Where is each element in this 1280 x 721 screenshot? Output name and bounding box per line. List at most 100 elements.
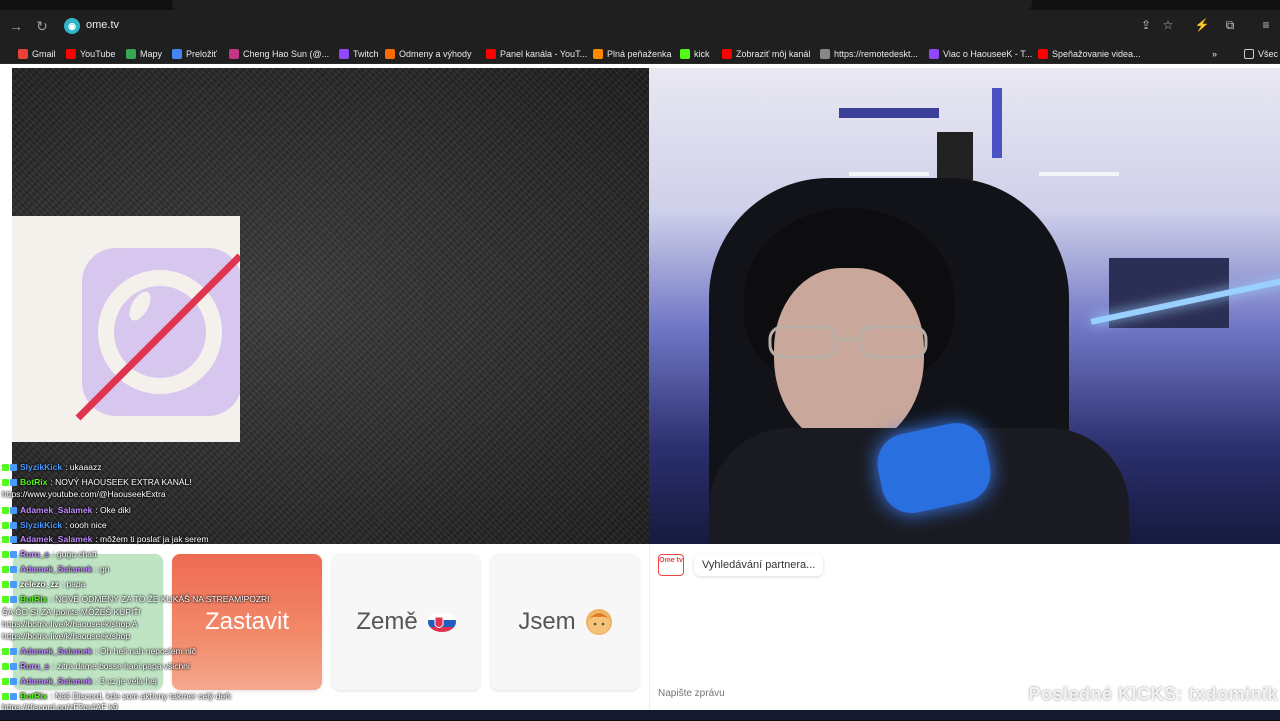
- bookmark-item[interactable]: Odmeny a výhody: [385, 46, 472, 62]
- chat-username: Adamek_Salamek: [20, 646, 93, 656]
- chat-text: https://botrix.live/k/haouseek/shop A: [2, 619, 138, 629]
- gender-button-label: Jsem: [518, 608, 576, 635]
- chat-username: BotRix: [20, 691, 48, 701]
- bookmark-item[interactable]: Mapy: [126, 46, 162, 62]
- bookmark-label: Panel kanála - YouT...: [500, 49, 588, 59]
- chat-username: BotRix: [20, 594, 48, 604]
- bookmark-favicon-icon: [66, 49, 76, 59]
- bookmark-item[interactable]: Gmail: [18, 46, 56, 62]
- bookmark-item[interactable]: Zobraziť môj kanál: [722, 46, 810, 62]
- bookmark-item[interactable]: Viac o HaouseeK - T...: [929, 46, 1032, 62]
- bookmarks-bar: Gmail YouTube Mapy Preložiť Cheng Hao Sun (@…: [0, 42, 1280, 64]
- chat-badges-icon: [2, 478, 17, 486]
- wall-scarf: [839, 108, 939, 118]
- chat-text: : Oke diki: [95, 505, 131, 515]
- bookmark-favicon-icon: [486, 49, 496, 59]
- bookmark-item[interactable]: Speňažovanie videa...: [1038, 46, 1141, 62]
- chat-badges-icon: [2, 521, 17, 529]
- bookmark-favicon-icon: [722, 49, 732, 59]
- address-bar[interactable]: ◉ ome.tv: [58, 14, 1138, 38]
- chat-message: zelezo_zz: papa: [2, 578, 85, 590]
- bookmark-favicon-icon: [385, 49, 395, 59]
- camera-off-icon: [75, 248, 243, 421]
- bookmark-favicon-icon: [18, 49, 28, 59]
- bookmark-favicon-icon: [820, 49, 830, 59]
- bookmark-item[interactable]: https://remotedeskt...: [820, 46, 918, 62]
- chat-username: Adamek_Salamek: [20, 564, 93, 574]
- chat-username: SlyzikKick: [20, 520, 63, 530]
- chat-text: https://www.youtube.com/@HaouseekExtra: [2, 489, 166, 499]
- bookmark-label: Speňažovanie videa...: [1052, 49, 1141, 59]
- chat-message: ŠA ČO SI ZA !points MÔŽEŠ KÚPIŤ!: [2, 606, 141, 618]
- ometv-page: Zastavit Země Jsem Ome tv Vyhledávání pa…: [0, 64, 1280, 720]
- gender-button[interactable]: Jsem: [491, 554, 639, 690]
- chat-text: : oooh nice: [65, 520, 107, 530]
- chat-text: : papa: [61, 579, 86, 589]
- bookmark-label: YouTube: [80, 49, 116, 59]
- chat-text: : gn: [95, 564, 110, 574]
- browser-toolbar: → ↻ ◉ ome.tv ⇪ ☆ ⚡ ⧉ ≡: [0, 10, 1280, 42]
- chat-text: : môžem ti poslať ja jak serem: [95, 534, 209, 544]
- chat-badges-icon: [2, 463, 17, 471]
- message-input[interactable]: [658, 684, 1028, 702]
- site-favicon-icon: ◉: [64, 18, 80, 34]
- chat-username: SlyzikKick: [20, 462, 63, 472]
- chat-message: SlyzikKick: ukaaazz: [2, 461, 101, 473]
- bookmark-item[interactable]: Panel kanála - YouT...: [486, 46, 587, 62]
- bookmark-item[interactable]: Preložiť: [172, 46, 217, 62]
- chat-badges-icon: [2, 595, 17, 603]
- reading-list-icon[interactable]: ≡: [1258, 17, 1274, 33]
- chat-message: BotRix: NOVÉ ODMENY ZA TO ŽE KUKÁŠ NA ST…: [2, 593, 270, 605]
- country-button[interactable]: Země: [332, 554, 480, 690]
- bookmarks-overflow-chevron-icon[interactable]: »: [1212, 46, 1217, 62]
- bookmark-favicon-icon: [593, 49, 603, 59]
- chat-text: : Náš Discord, kde som aktívny takmer ce…: [50, 691, 233, 701]
- chat-badges-icon: [2, 565, 17, 573]
- bookmark-label: Viac o HaouseeK - T...: [943, 49, 1033, 59]
- chat-message: Adamek_Salamek: Oh hell nah neposlem nič: [2, 645, 196, 657]
- boy-emoji-icon: [585, 609, 612, 635]
- bookmark-star-icon[interactable]: ☆: [1160, 17, 1176, 33]
- chat-text: : ukaaazz: [65, 462, 102, 472]
- chat-username: Ruru_s: [20, 661, 50, 671]
- chat-badges-icon: [2, 550, 17, 558]
- taskbar: [0, 710, 1280, 720]
- bookmark-favicon-icon: [172, 49, 182, 59]
- own-webcam-video: [649, 68, 1280, 544]
- slovakia-flag-icon: [427, 612, 456, 632]
- extensions-puzzle-icon[interactable]: ⧉: [1222, 17, 1238, 33]
- bookmark-item[interactable]: Cheng Hao Sun (@...: [229, 46, 329, 62]
- chat-badges-icon: [2, 662, 17, 670]
- chat-message: BotRix: NOVÝ HAOUSEEK EXTRA KANÁL!: [2, 476, 192, 488]
- bookmark-item[interactable]: Twitch: [339, 46, 379, 62]
- bookmark-label: https://remotedeskt...: [834, 49, 919, 59]
- forward-icon[interactable]: →: [6, 16, 26, 36]
- reload-icon[interactable]: ↻: [32, 16, 52, 36]
- chat-username: Adamek_Salamek: [20, 676, 93, 686]
- chat-text: ŠA ČO SI ZA !points MÔŽEŠ KÚPIŤ!: [2, 607, 141, 617]
- chat-username: zelezo_zz: [20, 579, 59, 589]
- install-app-icon[interactable]: ⇪: [1138, 17, 1154, 33]
- chat-badges-icon: [2, 580, 17, 588]
- bookmark-item[interactable]: kick: [680, 46, 710, 62]
- bookmark-item[interactable]: Plná peňaženka: [593, 46, 672, 62]
- stream-chat-overlay: SlyzikKick: ukaaazz BotRix: NOVÝ HAOUSEEK…: [0, 461, 320, 721]
- wall-poster: [937, 132, 973, 180]
- other-bookmarks-label: Všec: [1258, 49, 1279, 59]
- active-tab[interactable]: [172, 0, 1032, 10]
- bookmark-favicon-icon: [1038, 49, 1048, 59]
- chat-username: Ruru_s: [20, 549, 50, 559]
- chat-text: : 3 uz je vela hej: [95, 676, 157, 686]
- extension-kick-icon[interactable]: ⚡: [1194, 17, 1210, 33]
- chat-text: : gugu chatt: [52, 549, 97, 559]
- chat-text: : NOVÝ HAOUSEEK EXTRA KANÁL!: [50, 477, 192, 487]
- bookmark-item[interactable]: YouTube: [66, 46, 115, 62]
- wall-shelf: [1039, 172, 1119, 176]
- bookmark-label: Twitch: [353, 49, 379, 59]
- chat-message: Ruru_s: zitra dame bosse haoi papa všich…: [2, 660, 190, 672]
- chat-username: BotRix: [20, 477, 48, 487]
- chat-message: Ruru_s: gugu chatt: [2, 548, 97, 560]
- browser-tab-strip: [0, 0, 1280, 10]
- bookmark-label: Mapy: [140, 49, 163, 59]
- other-bookmarks-folder[interactable]: Všec: [1244, 46, 1278, 62]
